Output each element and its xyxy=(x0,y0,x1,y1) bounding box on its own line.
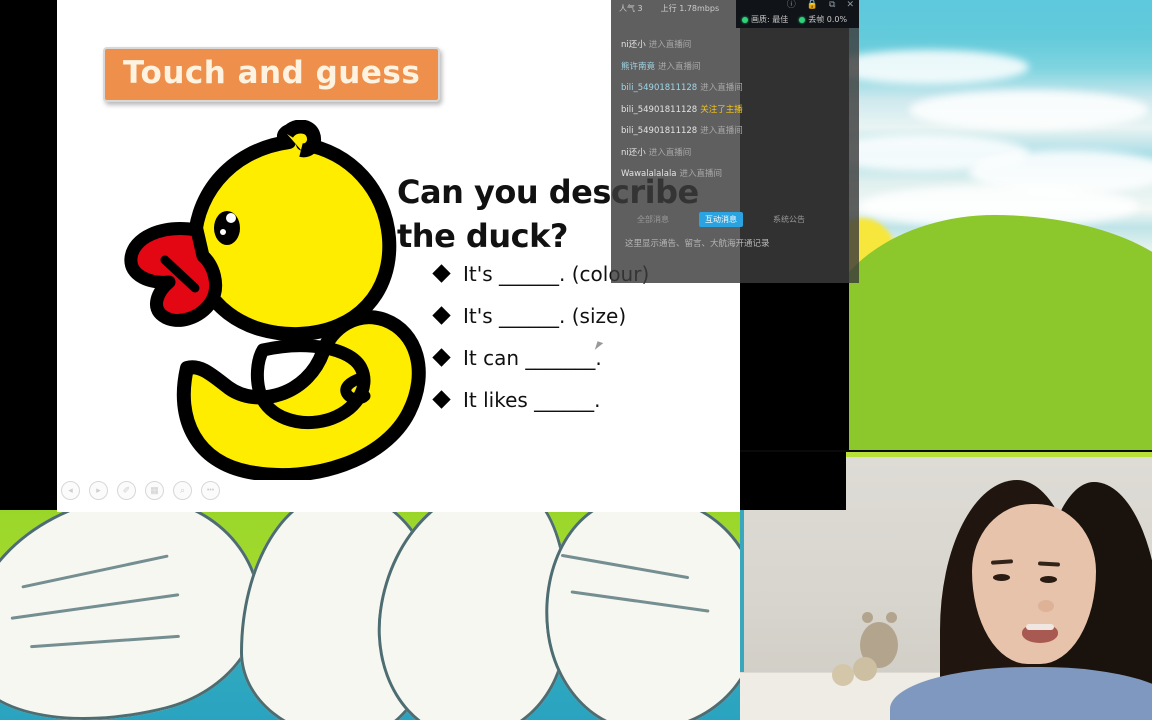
teddy-bear-ear xyxy=(886,612,897,623)
dropframe-label: 丢帧 0.0% xyxy=(808,15,848,24)
list-item-label: It's ______. (size) xyxy=(463,304,627,328)
person-eye xyxy=(1040,576,1057,583)
list-item: It can _______. xyxy=(432,346,735,370)
popout-icon[interactable]: ⧉ xyxy=(829,1,835,10)
popularity-label: 人气 xyxy=(619,3,635,13)
diamond-bullet-icon xyxy=(432,264,451,283)
wing-shape xyxy=(533,510,740,720)
tab-interaction-messages[interactable]: 互动消息 xyxy=(699,212,743,227)
list-item: 熊许南竟 进入直播间 xyxy=(621,61,849,72)
popularity-value: 3 xyxy=(637,3,643,13)
chat-username[interactable]: bili_54901811128 xyxy=(621,105,697,115)
artwork-swan-wings xyxy=(0,510,740,720)
diamond-bullet-icon xyxy=(432,348,451,367)
chat-username[interactable]: bili_54901811128 xyxy=(621,83,697,93)
dropframe-status: 丢帧 0.0% xyxy=(799,14,847,25)
chat-action: 关注了主播 xyxy=(700,104,743,115)
list-item: Wawalalalala 进入直播间 xyxy=(621,170,849,179)
tab-system-announcements[interactable]: 系统公告 xyxy=(767,212,811,227)
chat-action: 进入直播间 xyxy=(700,126,743,136)
chat-username[interactable]: 熊许南竟 xyxy=(621,62,655,72)
play-slide-glyph: ▸ xyxy=(96,485,101,495)
list-item: bili_54901811128 关注了主播 xyxy=(621,104,849,115)
uplink-stat: 上行 1.78mbps xyxy=(661,3,719,14)
diamond-bullet-icon xyxy=(432,390,451,409)
chat-username[interactable]: ni还小 xyxy=(621,148,646,158)
chat-empty-hint: 这里显示通告、留言、大航海开通记录 xyxy=(625,239,770,249)
person-teeth xyxy=(1026,624,1054,630)
quality-label: 画质: 最佳 xyxy=(751,15,789,24)
artwork-sky-hill xyxy=(849,0,1152,455)
cloud-shape xyxy=(909,90,1149,130)
all-slides-grid-icon[interactable]: ▦ xyxy=(145,481,164,500)
list-item-label: It likes ______. xyxy=(463,388,601,412)
list-item: ni还小 进入直播间 xyxy=(621,41,849,50)
uplink-label: 上行 xyxy=(660,3,677,13)
previous-slide-icon[interactable]: ◂ xyxy=(61,481,80,500)
slide-toolbar[interactable]: ◂ ▸ ✐ ▦ ⌕ ••• xyxy=(53,481,220,500)
chat-action: 进入直播间 xyxy=(648,40,692,50)
zoom-magnifier-glyph: ⌕ xyxy=(179,485,186,495)
diamond-bullet-icon xyxy=(432,306,451,325)
person-eye xyxy=(993,574,1010,581)
slide-title-text: Touch and guess xyxy=(123,55,421,91)
chat-message-list[interactable]: ni还小 进入直播间 熊许南竟 进入直播间 bili_54901811128 进入直播… xyxy=(611,28,859,179)
list-item: ni还小 进入直播间 xyxy=(621,147,849,158)
chat-action: 进入直播间 xyxy=(679,169,723,179)
uplink-value: 1.78mbps xyxy=(679,3,720,13)
chat-action: 进入直播间 xyxy=(658,61,701,72)
slide-title-banner: Touch and guess xyxy=(103,47,441,102)
cloud-shape xyxy=(849,50,1029,84)
list-item: bili_54901811128 进入直播间 xyxy=(621,84,849,93)
live-chat-panel: 人气 3 上行 1.78mbps ⓘ 🔒 ⧉ ✕ 画质: 最佳 丢帧 0.0% … xyxy=(611,0,859,283)
teddy-bear-ear xyxy=(862,612,873,623)
video-edge-strip xyxy=(846,452,1152,457)
chat-action: 进入直播间 xyxy=(648,147,692,158)
hill-shape xyxy=(849,215,1152,455)
lock-icon[interactable]: 🔒 xyxy=(807,1,818,10)
play-slide-icon[interactable]: ▸ xyxy=(89,481,108,500)
webcam-video xyxy=(740,452,1152,720)
tab-all-messages[interactable]: 全部消息 xyxy=(631,212,675,227)
chat-tabs[interactable]: 全部消息 互动消息 系统公告 xyxy=(611,212,859,227)
chat-action: 进入直播间 xyxy=(700,83,743,93)
slide-bullet-list: It's ______. (colour) It's ______. (size… xyxy=(432,262,735,430)
chat-username[interactable]: Wawalalalala xyxy=(621,169,677,179)
pen-annotate-glyph: ✐ xyxy=(122,485,131,495)
popularity-stat: 人气 3 xyxy=(619,3,643,14)
teddy-bear-shape xyxy=(832,664,854,686)
more-options-icon[interactable]: ••• xyxy=(201,481,220,500)
window-controls[interactable]: ⓘ 🔒 ⧉ ✕ xyxy=(787,1,854,10)
list-item: bili_54901811128 进入直播间 xyxy=(621,127,849,136)
list-item: It's ______. (size) xyxy=(432,304,735,328)
list-item: It likes ______. xyxy=(432,388,735,412)
video-letterbox-corner xyxy=(740,452,846,510)
zoom-magnifier-icon[interactable]: ⌕ xyxy=(173,481,192,500)
pen-annotate-icon[interactable]: ✐ xyxy=(117,481,136,500)
list-item-label: It can _______. xyxy=(463,346,602,370)
chat-username[interactable]: ni还小 xyxy=(621,40,646,50)
previous-slide-glyph: ◂ xyxy=(68,485,73,495)
screen-root: Touch and guess Can you describe the duc… xyxy=(0,0,1152,720)
webcam-feed[interactable] xyxy=(740,450,1152,720)
quality-status: 画质: 最佳 xyxy=(742,14,788,25)
stream-stats: 人气 3 上行 1.78mbps xyxy=(611,3,719,14)
more-options-glyph: ••• xyxy=(206,487,215,494)
quality-indicators: 画质: 最佳 丢帧 0.0% xyxy=(742,14,847,25)
teddy-bear-shape xyxy=(853,657,877,681)
chat-username[interactable]: bili_54901811128 xyxy=(621,126,697,136)
all-slides-grid-glyph: ▦ xyxy=(150,485,159,495)
help-icon[interactable]: ⓘ xyxy=(787,1,796,10)
status-dot-icon xyxy=(742,16,748,23)
person-nose xyxy=(1038,600,1054,612)
status-dot-icon xyxy=(799,16,806,23)
close-icon[interactable]: ✕ xyxy=(846,1,854,10)
